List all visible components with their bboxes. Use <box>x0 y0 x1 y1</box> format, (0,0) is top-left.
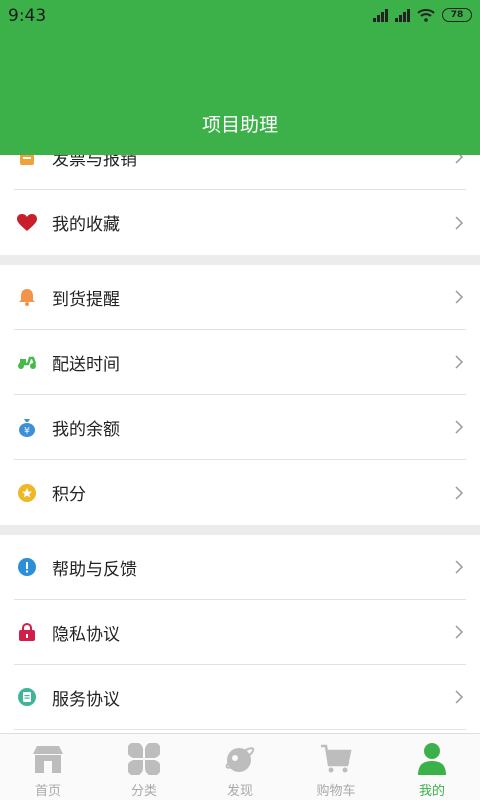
chevron-right-icon <box>455 290 464 304</box>
tab-label: 发现 <box>226 784 253 799</box>
tab-mine[interactable]: 我的 <box>384 734 480 800</box>
heart-icon <box>16 212 38 234</box>
svg-text:¥: ¥ <box>24 427 30 437</box>
bottom-tab-bar: 首页 分类 发现 购物车 我的 <box>0 733 480 800</box>
signal-icon <box>373 8 388 22</box>
help-icon <box>16 556 38 578</box>
user-icon <box>413 740 451 778</box>
wifi-icon <box>417 9 435 22</box>
list-item-label: 服务协议 <box>52 689 120 710</box>
list-item-label: 配送时间 <box>52 354 120 375</box>
list-item-label: 到货提醒 <box>52 289 120 310</box>
chevron-right-icon <box>455 485 464 500</box>
list-item-label: 隐私协议 <box>52 624 120 645</box>
tab-discover[interactable]: 发现 <box>192 734 288 800</box>
battery-icon: 78 <box>442 8 472 22</box>
status-time: 9:43 <box>8 6 47 26</box>
chevron-right-icon <box>455 420 464 434</box>
scooter-icon <box>16 351 38 373</box>
star-coin-icon <box>16 482 38 504</box>
signal-icon <box>395 8 410 22</box>
chevron-right-icon <box>455 625 464 639</box>
document-icon <box>16 686 38 708</box>
list-item-restock[interactable]: 到货提醒 <box>14 265 466 330</box>
chevron-right-icon <box>455 215 464 230</box>
store-icon <box>29 740 67 778</box>
chevron-right-icon <box>455 560 464 574</box>
cart-icon <box>317 740 355 778</box>
chevron-right-icon <box>455 690 464 704</box>
tab-cart[interactable]: 购物车 <box>288 734 384 800</box>
tab-label: 分类 <box>130 784 157 799</box>
list-item-label: 积分 <box>52 485 86 505</box>
list-item-points[interactable]: 积分 <box>14 460 466 525</box>
tab-label: 购物车 <box>316 784 356 799</box>
list-item-balance[interactable]: ¥ 我的余额 <box>14 395 466 460</box>
app-header: 9:43 78 项目助理 <box>0 0 480 155</box>
list-item-service[interactable]: 服务协议 <box>14 665 466 730</box>
grid-icon <box>125 740 163 778</box>
tab-home[interactable]: 首页 <box>0 734 96 800</box>
section-divider <box>0 255 480 265</box>
list-item-label: 我的余额 <box>52 419 120 440</box>
tab-category[interactable]: 分类 <box>96 734 192 800</box>
status-bar: 9:43 78 <box>0 0 480 34</box>
section-divider <box>0 525 480 535</box>
tab-label: 首页 <box>34 784 61 799</box>
list-item-privacy[interactable]: 隐私协议 <box>14 600 466 665</box>
settings-list: 发票与报销 我的收藏 到货提醒 配送时间 ¥ 我的余额 积分 帮助与反馈 隐私协… <box>0 125 480 730</box>
tab-label: 我的 <box>418 784 445 799</box>
planet-icon <box>221 740 259 778</box>
list-item-favorites[interactable]: 我的收藏 <box>14 190 466 255</box>
status-icons: 78 <box>373 8 472 22</box>
money-bag-icon: ¥ <box>16 416 38 438</box>
chevron-right-icon <box>455 355 464 369</box>
list-item-delivery[interactable]: 配送时间 <box>14 330 466 395</box>
lock-icon <box>16 621 38 643</box>
page-title: 项目助理 <box>201 114 278 136</box>
list-item-help[interactable]: 帮助与反馈 <box>14 535 466 600</box>
list-item-label: 帮助与反馈 <box>52 559 137 580</box>
bell-icon <box>16 286 38 308</box>
list-item-label: 我的收藏 <box>52 215 120 235</box>
